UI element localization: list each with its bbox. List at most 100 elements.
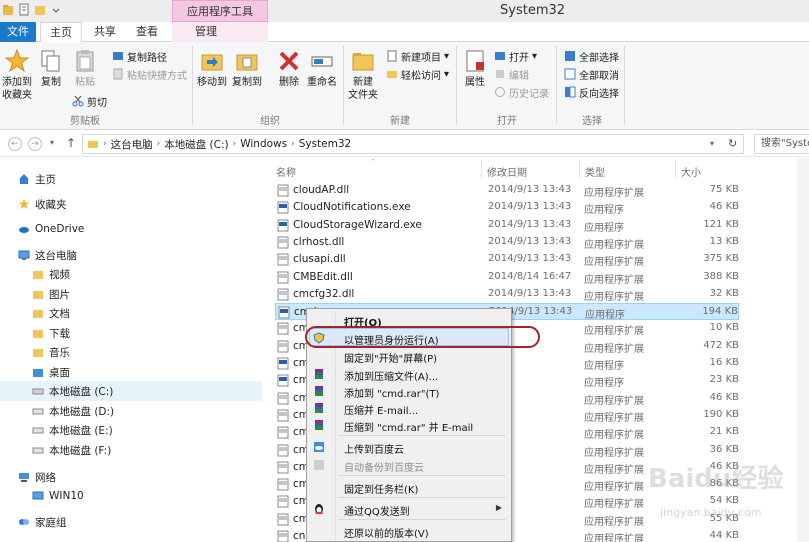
copy-path-icon	[113, 52, 123, 60]
move-to-button[interactable]: 移动到	[197, 48, 227, 89]
table-row[interactable]: cmcfg32.dll 2014/9/13 13:43 应用程序扩展 32 KB	[275, 286, 739, 303]
refresh-icon[interactable]: ↻	[728, 137, 737, 150]
nav-item-pictures[interactable]: 图片	[32, 285, 70, 303]
recent-chevron-icon[interactable]: ▾	[50, 138, 54, 147]
forward-arrow-icon[interactable]: →	[28, 137, 42, 151]
cut-button[interactable]: 剪切	[72, 93, 107, 109]
column-header-size[interactable]: 大小	[681, 164, 701, 179]
chevron-down-icon[interactable]	[50, 3, 62, 17]
folder-icon[interactable]	[2, 3, 14, 17]
column-separator[interactable]	[579, 160, 580, 178]
copy-path-button[interactable]: 复制路径	[112, 48, 167, 64]
nav-item-this-pc[interactable]: 这台电脑	[18, 246, 77, 264]
table-row[interactable]: CMBEdit.dll 2014/8/14 16:47 应用程序扩展 388 KB	[275, 269, 739, 286]
column-separator[interactable]	[481, 160, 482, 178]
edit-button[interactable]: 编辑	[494, 66, 529, 82]
column-header-date[interactable]: 修改日期	[487, 164, 527, 179]
new-folder-label-1: 新建	[353, 77, 373, 88]
nav-item-homegroup[interactable]: 家庭组	[18, 513, 67, 531]
menu-item-restore[interactable]: 还原以前的版本(V)	[308, 522, 508, 540]
rename-icon	[311, 56, 333, 67]
nav-label: 本地磁盘 (E:)	[49, 424, 113, 437]
menu-item-pin-start[interactable]: 固定到"开始"屏幕(P)	[308, 347, 508, 365]
address-bar[interactable]: › 这台电脑 › 本地磁盘 (C:) › Windows › System32	[82, 134, 744, 154]
nav-item-desktop[interactable]: 桌面	[32, 363, 70, 381]
invert-selection-button[interactable]: 反向选择	[564, 84, 619, 100]
paste-button[interactable]: 粘贴	[72, 48, 98, 89]
properties-button[interactable]: 属性	[462, 48, 488, 89]
ribbon-tab-row: 文件 主页 共享 查看	[0, 22, 809, 43]
chevron-down-icon: ▾	[444, 68, 450, 80]
winrar-icon	[315, 369, 323, 379]
up-arrow-icon[interactable]: ↑	[66, 136, 76, 150]
menu-separator	[338, 519, 506, 520]
file-size: 36 KB	[709, 443, 739, 455]
nav-item-favorites[interactable]: 收藏夹	[18, 195, 67, 213]
tab-manage[interactable]: 管理	[182, 22, 230, 42]
vertical-scrollbar[interactable]	[797, 158, 809, 542]
select-none-button[interactable]: 全部取消	[564, 66, 619, 82]
nav-item-home[interactable]: 主页	[18, 170, 56, 188]
delete-button[interactable]: 删除	[276, 48, 302, 89]
menu-item-compress-email[interactable]: 压缩并 E-mail...	[308, 399, 508, 417]
table-row[interactable]: cloudAP.dll 2014/9/13 13:43 应用程序扩展 75 KB	[275, 182, 739, 199]
new-folder-icon[interactable]	[34, 3, 46, 17]
nav-item-drive-d[interactable]: 本地磁盘 (D:)	[32, 402, 114, 420]
pin-to-quick-access-button[interactable]: 添加到 收藏夹	[2, 48, 32, 102]
search-input[interactable]: 搜索"System32"	[754, 134, 809, 154]
column-separator[interactable]	[675, 160, 676, 178]
nav-item-drive-c[interactable]: 本地磁盘 (C:)	[32, 382, 113, 400]
nav-item-network[interactable]: 网络	[18, 468, 56, 486]
table-row[interactable]: CloudNotifications.exe 2014/9/13 13:43 应用程…	[275, 199, 739, 216]
tab-file[interactable]: 文件	[0, 22, 36, 42]
folder-icon	[33, 291, 43, 299]
copy-button[interactable]: 复制	[38, 48, 64, 89]
menu-item-pin-taskbar[interactable]: 固定到任务栏(K)	[308, 478, 508, 496]
table-row[interactable]: CloudStorageWizard.exe 2014/9/13 13:43 应用程…	[275, 217, 739, 234]
folder-icon	[33, 330, 43, 338]
easy-access-button[interactable]: 轻松访问 ▾	[386, 66, 449, 82]
nav-item-downloads[interactable]: 下载	[32, 324, 70, 342]
address-dropdown-icon[interactable]: ▾	[710, 139, 714, 148]
breadcrumb-drive-c[interactable]: 本地磁盘 (C:)	[160, 137, 232, 152]
menu-item-add-cmd-rar[interactable]: 添加到 "cmd.rar"(T)	[308, 382, 508, 400]
select-all-button[interactable]: 全部选择	[564, 48, 619, 64]
nav-item-win10[interactable]: WIN10	[32, 487, 84, 505]
open-button[interactable]: 打开 ▾	[494, 48, 537, 64]
breadcrumb-windows[interactable]: Windows	[236, 138, 291, 150]
nav-item-drive-f[interactable]: 本地磁盘 (F:)	[32, 441, 111, 459]
menu-item-upload-baidu[interactable]: 上传到百度云	[308, 438, 508, 456]
nav-item-documents[interactable]: 文档	[32, 304, 70, 322]
tab-home[interactable]: 主页	[40, 22, 82, 43]
nav-item-drive-e[interactable]: 本地磁盘 (E:)	[32, 421, 113, 439]
menu-item-add-archive[interactable]: 添加到压缩文件(A)...	[308, 365, 508, 383]
column-header-name[interactable]: 名称	[276, 164, 296, 179]
menu-item-compress-cmd-email[interactable]: 压缩到 "cmd.rar" 并 E-mail	[308, 416, 508, 434]
drive-icon	[32, 408, 44, 415]
menu-item-auto-backup[interactable]: 自动备份到百度云	[308, 456, 508, 474]
table-row[interactable]: clusapi.dll 2014/9/13 13:43 应用程序扩展 375 KB	[275, 251, 739, 268]
nav-item-onedrive[interactable]: OneDrive	[18, 220, 84, 238]
new-item-button[interactable]: 新建项目 ▾	[386, 48, 449, 64]
tab-share[interactable]: 共享	[88, 22, 122, 42]
rename-button[interactable]: 重命名	[307, 48, 337, 89]
paste-shortcut-icon	[113, 68, 123, 80]
folder-icon	[33, 271, 43, 279]
file-type: 应用程序扩展	[584, 274, 644, 286]
table-row[interactable]: clrhost.dll 2014/9/13 13:43 应用程序扩展 13 KB	[275, 234, 739, 251]
tab-view[interactable]: 查看	[130, 22, 164, 42]
new-folder-button[interactable]: 新建 文件夹	[348, 48, 378, 102]
nav-item-music[interactable]: 音乐	[32, 343, 70, 361]
paste-shortcut-button[interactable]: 粘贴快捷方式	[112, 66, 187, 82]
nav-item-videos[interactable]: 视频	[32, 265, 70, 283]
history-button[interactable]: 历史记录	[494, 84, 549, 100]
properties-icon[interactable]	[18, 3, 30, 17]
paste-shortcut-label: 粘贴快捷方式	[127, 70, 187, 82]
column-header-type[interactable]: 类型	[585, 164, 605, 179]
breadcrumb-system32[interactable]: System32	[295, 138, 356, 150]
back-arrow-icon[interactable]: ←	[8, 137, 22, 151]
winrar-icon	[315, 420, 323, 430]
copy-to-button[interactable]: 复制到	[232, 48, 262, 89]
breadcrumb-this-pc[interactable]: 这台电脑	[107, 137, 157, 152]
menu-item-send-qq[interactable]: 通过QQ发送到 ▶	[308, 500, 508, 518]
